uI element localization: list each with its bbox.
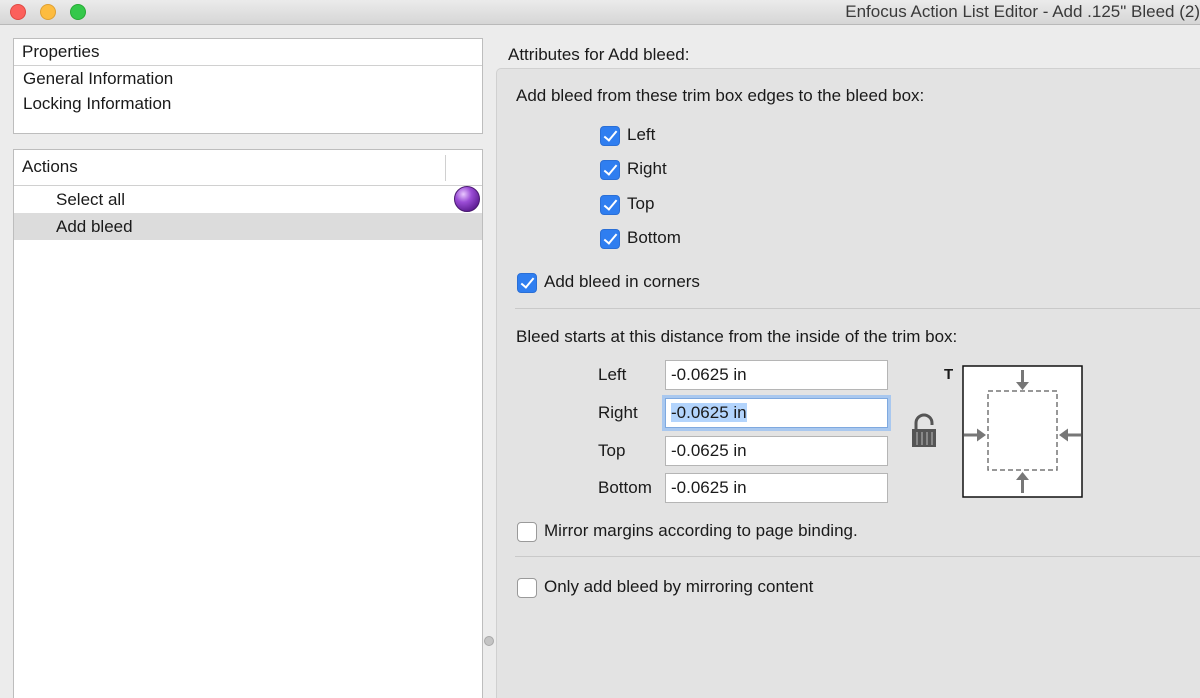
checkbox-mirror-margins[interactable] [517,522,537,542]
checkbox-left[interactable] [600,126,620,146]
properties-item-locking[interactable]: Locking Information [14,91,482,116]
edges-label: Add bleed from these trim box edges to t… [516,86,925,105]
distance-top-label: Top [598,441,626,460]
action-item-select-all[interactable]: Select all [14,186,482,213]
checkbox-corners[interactable] [517,273,537,293]
checkbox-right-label: Right [627,159,667,178]
action-label: Add bleed [56,217,133,236]
action-item-add-bleed[interactable]: Add bleed [14,213,482,240]
checkbox-right[interactable] [600,160,620,180]
minimize-button[interactable] [40,4,56,20]
splitter-handle[interactable] [484,636,494,646]
properties-item-general[interactable]: General Information [14,66,482,91]
checkbox-bottom-label: Bottom [627,228,681,247]
properties-panel: Properties General Information Locking I… [13,38,483,134]
distance-top-value: -0.0625 in [671,441,747,460]
actions-panel: Actions Select all Add bleed [13,149,483,698]
actions-header-label: Actions [22,157,78,176]
checkbox-left-label: Left [627,125,656,144]
divider [515,308,1200,309]
distance-top-input[interactable]: -0.0625 in [665,436,888,466]
distance-bottom-value: -0.0625 in [671,478,747,497]
checkbox-top[interactable] [600,195,620,215]
orb-icon [454,186,480,212]
checkbox-corners-label: Add bleed in corners [544,272,700,291]
actions-header: Actions [14,150,482,186]
distance-left-input[interactable]: -0.0625 in [665,360,888,390]
checkbox-only-mirror[interactable] [517,578,537,598]
window-title: Enfocus Action List Editor - Add .125" B… [845,2,1200,21]
distance-bottom-input[interactable]: -0.0625 in [665,473,888,503]
distance-left-value: -0.0625 in [671,365,747,384]
zoom-button[interactable] [70,4,86,20]
lock-icon[interactable] [910,413,938,449]
close-button[interactable] [10,4,26,20]
properties-header: Properties [14,39,482,66]
title-bar: Enfocus Action List Editor - Add .125" B… [0,0,1200,25]
attributes-box: Add bleed from these trim box edges to t… [496,68,1200,698]
distance-right-label: Right [598,403,638,422]
diagram-label: T [944,366,954,383]
checkbox-only-mirror-label: Only add bleed by mirroring content [544,577,814,596]
distance-left-label: Left [598,365,627,384]
checkbox-top-label: Top [627,194,655,213]
distance-right-value: -0.0625 in [671,403,747,422]
column-divider [445,155,446,181]
action-label: Select all [56,190,125,209]
attributes-pane: Attributes for Add bleed: Add bleed from… [494,26,1200,698]
distance-right-input[interactable]: -0.0625 in [665,398,888,428]
divider [515,556,1200,557]
bleed-diagram-icon [962,365,1083,498]
checkbox-mirror-margins-label: Mirror margins according to page binding… [544,521,858,540]
left-pane: Properties General Information Locking I… [0,26,494,698]
distance-bottom-label: Bottom [598,478,652,497]
attributes-title: Attributes for Add bleed: [508,45,690,64]
distance-label: Bleed starts at this distance from the i… [516,327,958,346]
checkbox-bottom[interactable] [600,229,620,249]
